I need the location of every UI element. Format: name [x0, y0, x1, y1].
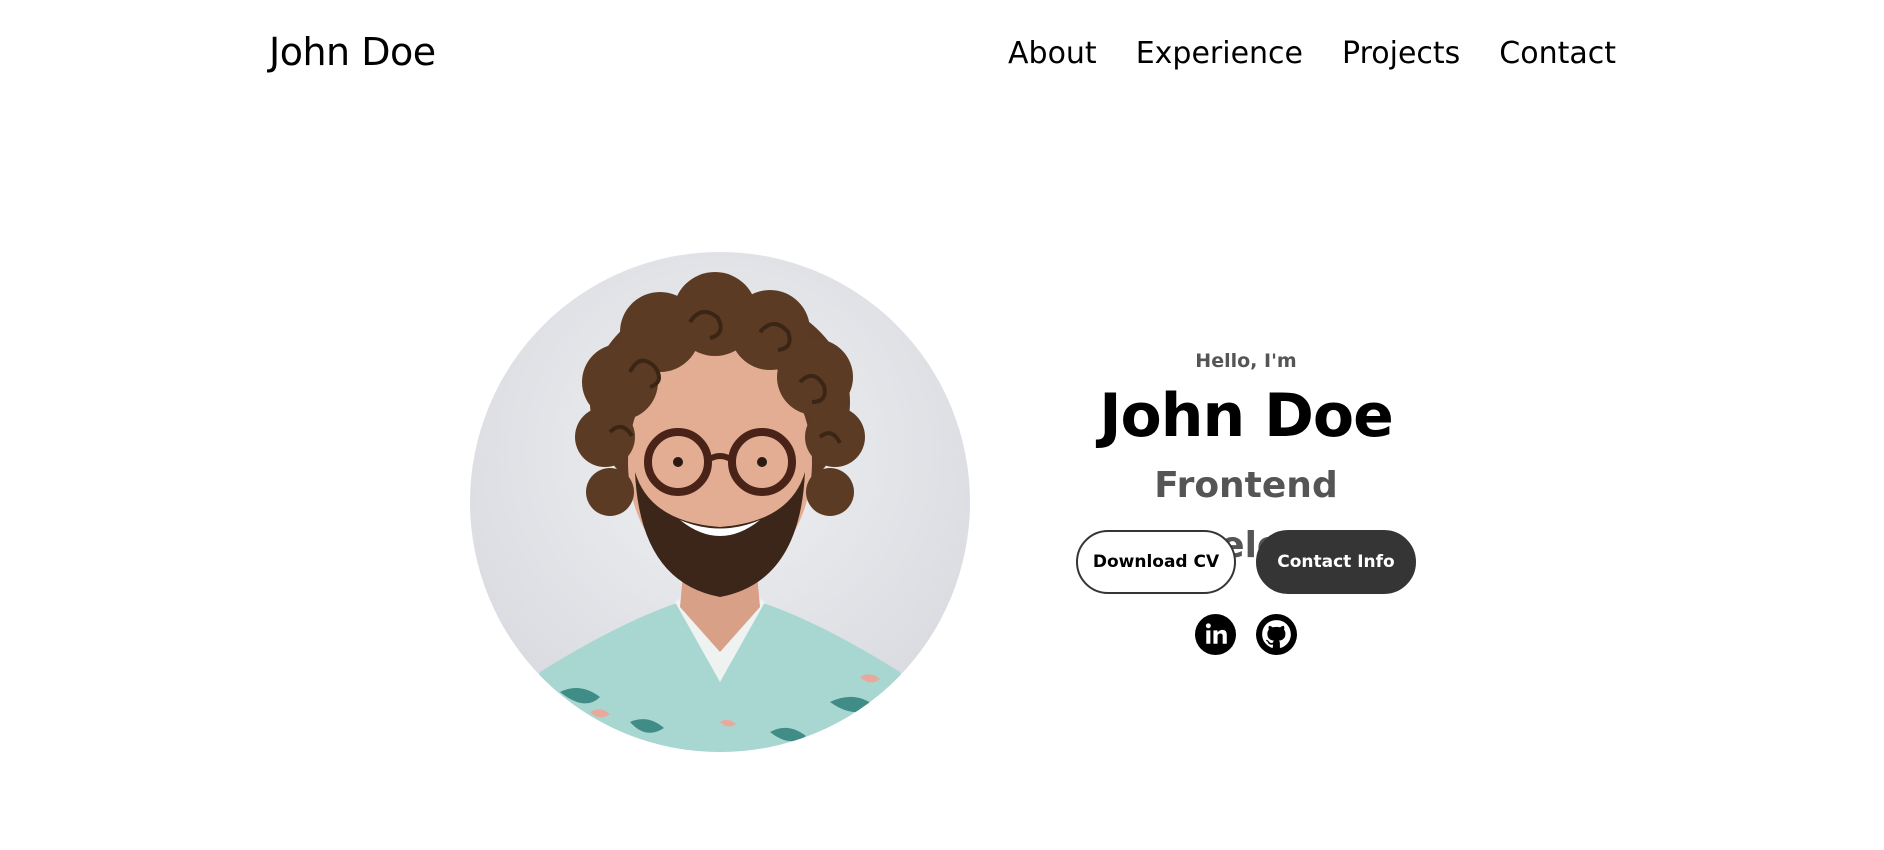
github-icon[interactable] — [1256, 614, 1297, 655]
top-nav: John Doe About Experience Projects Conta… — [0, 0, 1884, 108]
hero-section: Hello, I'm John Doe Frontend Developer D… — [1046, 346, 1446, 655]
site-logo[interactable]: John Doe — [269, 30, 436, 74]
hero-greeting: Hello, I'm — [1195, 350, 1297, 372]
nav-link-about[interactable]: About — [1008, 36, 1097, 71]
hero-name: John Doe — [1099, 381, 1394, 451]
social-links — [1046, 614, 1446, 655]
download-cv-button[interactable]: Download CV — [1076, 530, 1236, 594]
profile-picture — [470, 252, 970, 752]
contact-info-button[interactable]: Contact Info — [1256, 530, 1416, 594]
nav-link-experience[interactable]: Experience — [1136, 36, 1303, 71]
profile-portrait — [470, 252, 970, 752]
nav-link-projects[interactable]: Projects — [1342, 36, 1460, 71]
nav-links: About Experience Projects Contact — [1008, 36, 1616, 71]
nav-link-contact[interactable]: Contact — [1499, 36, 1616, 71]
hero-title: Frontend Developer — [1142, 465, 1350, 566]
linkedin-icon[interactable] — [1195, 614, 1236, 655]
